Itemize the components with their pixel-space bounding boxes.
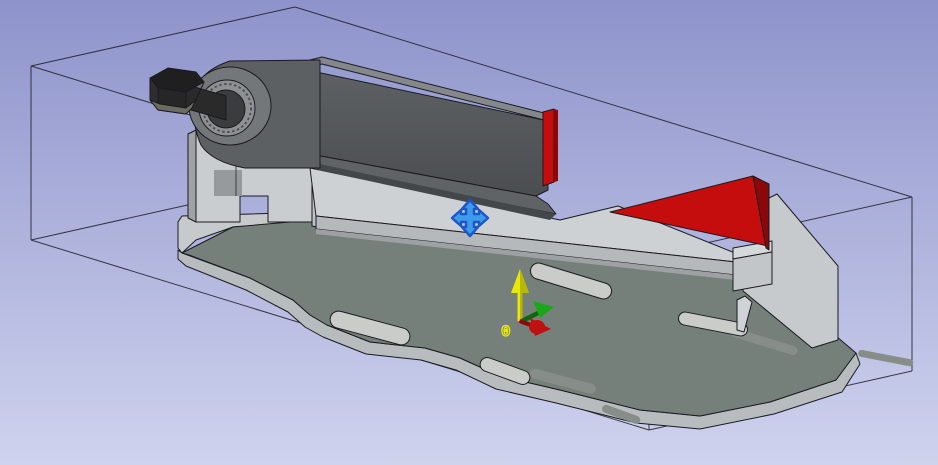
movable-jaw-plate-red-edge (554, 109, 558, 182)
origin-label: 0 (501, 323, 511, 341)
cad-3d-viewport[interactable]: 0 (0, 0, 938, 465)
bracket-notch (214, 170, 242, 196)
movable-jaw-plate-red-face (543, 109, 554, 186)
movable-jaw-plate (543, 109, 558, 186)
cad-scene-svg: 0 (0, 0, 938, 465)
bracket-left-face (188, 130, 196, 222)
z-axis-shaft-shade (520, 291, 523, 321)
z-axis-shaft (518, 291, 521, 321)
fixed-jaw-step-front (733, 252, 772, 291)
